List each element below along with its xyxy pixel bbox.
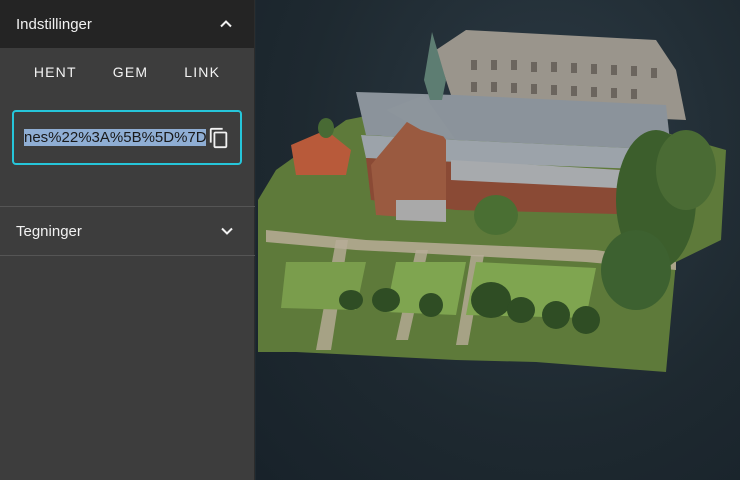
3d-model-viewport[interactable] <box>256 0 740 480</box>
url-selected-text: nes%22%3A%5B%5D%7D <box>24 129 206 146</box>
link-button[interactable]: LINK <box>168 58 236 86</box>
gem-button[interactable]: GEM <box>97 58 165 86</box>
settings-actions: HENT GEM LINK <box>0 48 254 90</box>
chevron-up-icon[interactable] <box>214 12 238 36</box>
section-divider-bottom <box>0 255 255 256</box>
copy-icon[interactable] <box>206 125 232 151</box>
drawings-header[interactable]: Tegninger <box>0 207 255 255</box>
settings-header[interactable]: Indstillinger <box>0 0 254 48</box>
url-field[interactable]: nes%22%3A%5B%5D%7D <box>12 110 242 165</box>
url-input[interactable]: nes%22%3A%5B%5D%7D <box>24 129 206 146</box>
drawings-section: Tegninger <box>0 207 255 255</box>
church-point-cloud <box>258 30 726 372</box>
porch-roof <box>396 200 446 222</box>
chevron-down-icon[interactable] <box>215 219 239 243</box>
hent-button[interactable]: HENT <box>18 58 93 86</box>
sidebar-panel: Indstillinger HENT GEM LINK nes%22%3A%5B… <box>0 0 255 480</box>
settings-title: Indstillinger <box>16 15 92 33</box>
url-field-wrap: nes%22%3A%5B%5D%7D <box>0 90 254 165</box>
drawings-title: Tegninger <box>16 222 82 240</box>
